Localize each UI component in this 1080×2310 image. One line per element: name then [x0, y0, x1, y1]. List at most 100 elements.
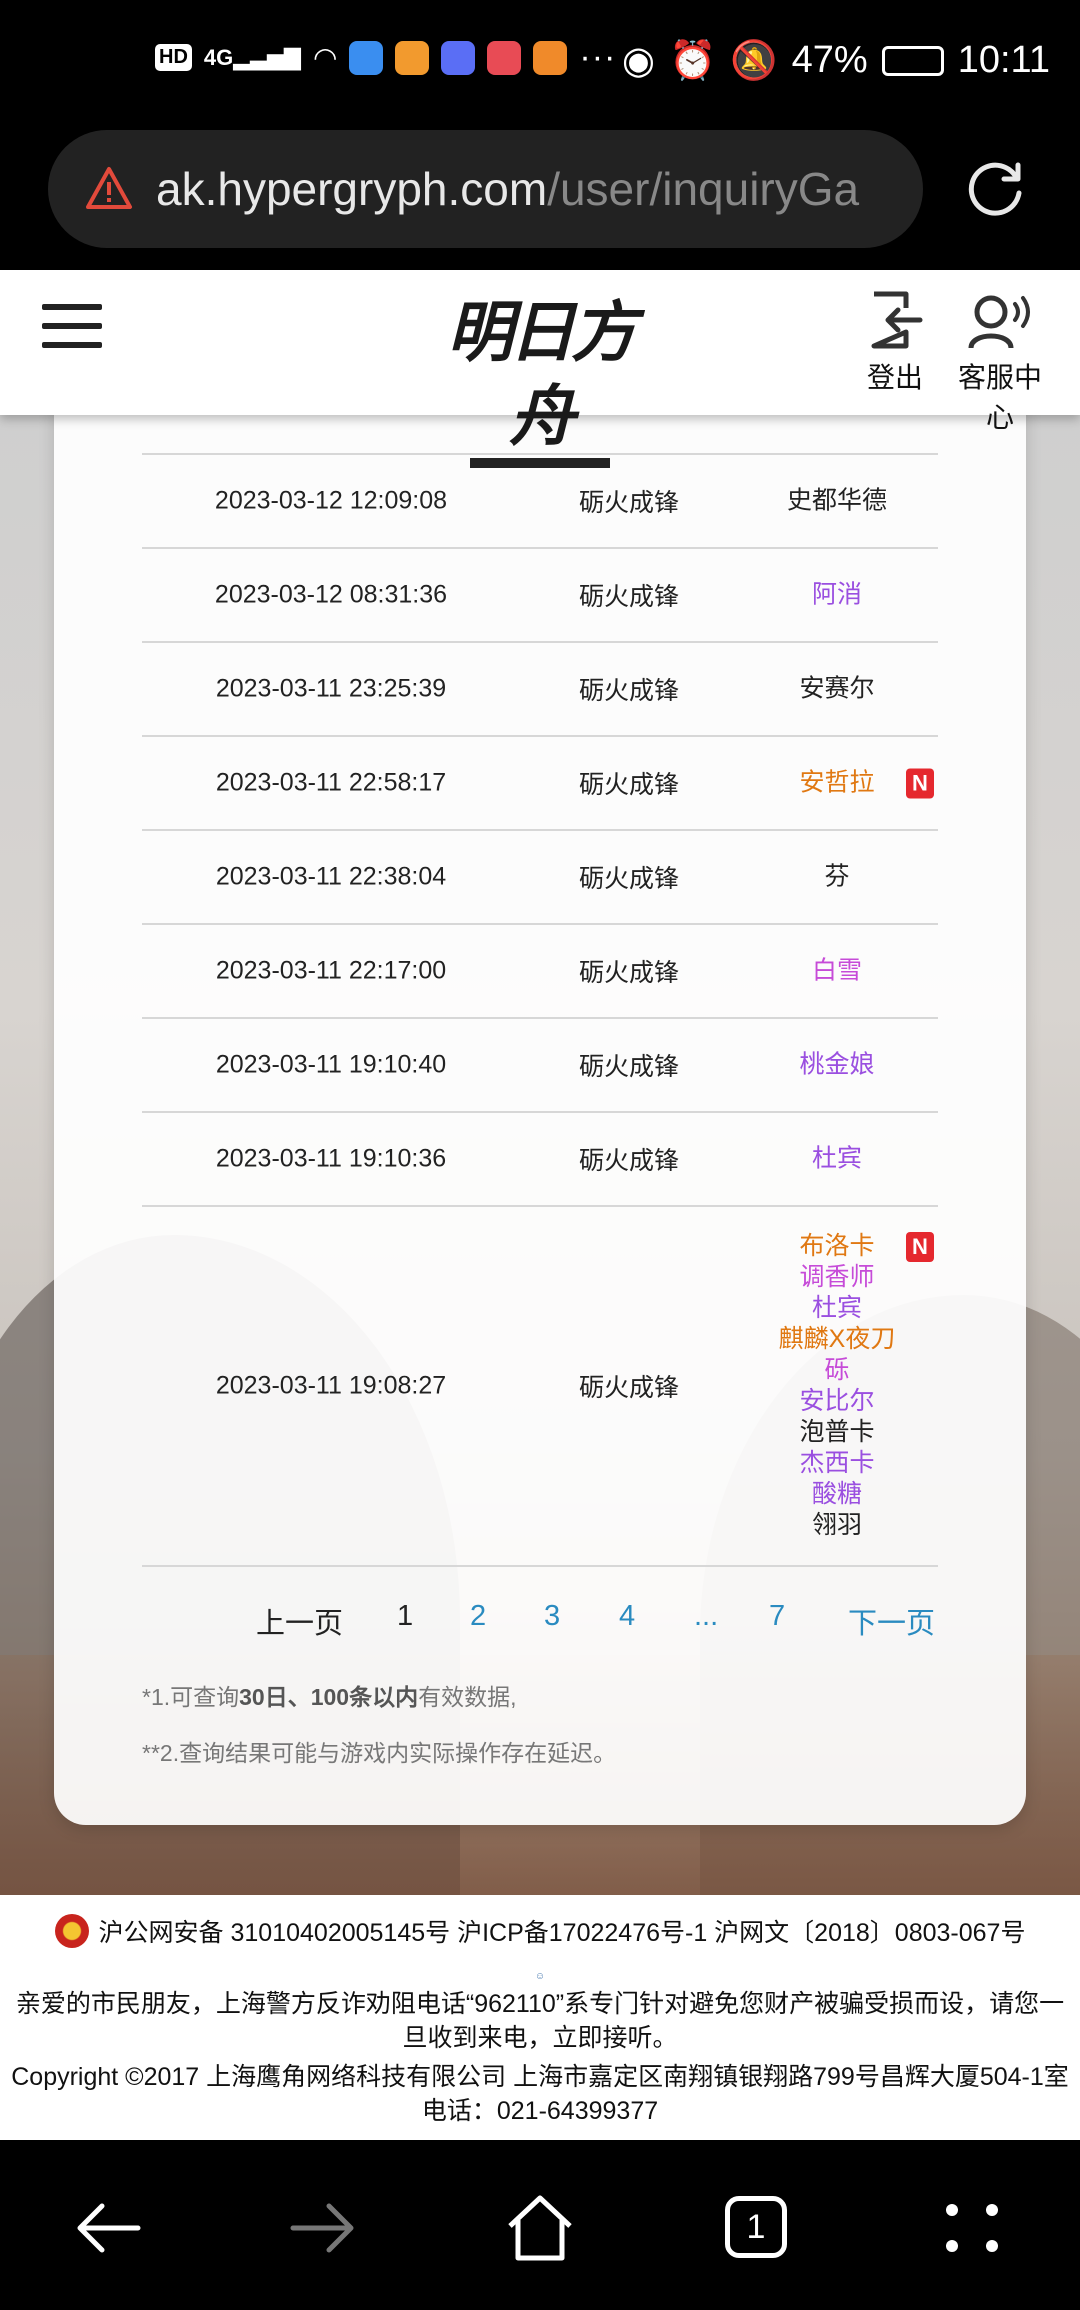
registration-info[interactable]: 沪公网安备 31010402005145号 沪ICP备17022476号-1 沪…	[99, 1913, 1026, 1949]
table-row: 2023-03-11 19:10:40 砺火成锋 桃金娘	[142, 1019, 938, 1113]
cloud-app-icon	[349, 40, 384, 75]
operator-name: 杜宾	[811, 1144, 862, 1173]
table-row: 2023-03-11 22:58:17 砺火成锋 安哲拉 N	[142, 737, 938, 831]
operator-entry: 布洛卡 N	[732, 1231, 942, 1262]
records-card: 2023-03-12 12:09:11砺火成锋桃金娘2023-03-12 12:…	[54, 358, 1026, 1825]
battery-icon	[881, 45, 944, 76]
operator-name: 桃金娘	[799, 1050, 875, 1079]
phone-text: 电话：021-64399377	[421, 2097, 659, 2125]
more-menu-icon[interactable]	[932, 2188, 1012, 2268]
operator-name: 酸糖	[811, 1480, 862, 1508]
pull-time: 2023-03-11 19:10:40	[215, 1050, 447, 1079]
operator-name: 翎羽	[811, 1511, 862, 1539]
operator-name: 布洛卡	[799, 1232, 875, 1260]
customer-service-label: 客服中心	[957, 362, 1042, 433]
records-table: 2023-03-12 12:09:11砺火成锋桃金娘2023-03-12 12:…	[142, 358, 938, 1567]
operator-entry: 史都华德	[732, 486, 942, 517]
video-app-icon	[533, 40, 568, 75]
pull-time: 2023-03-11 23:25:39	[215, 674, 447, 703]
pull-time: 2023-03-11 19:10:36	[215, 1144, 447, 1173]
customer-service-icon	[968, 295, 1030, 349]
operator-entry: 泡普卡	[732, 1417, 942, 1448]
status-bar: HD 4G▂▃▅▇ ◠ ··· ◉ ⏰ 🔕 47% 10:11	[0, 0, 1080, 125]
table-row: 2023-03-11 23:25:39 砺火成锋 安赛尔	[142, 643, 938, 737]
operator-entry: 调香师	[732, 1262, 942, 1293]
page-1-button[interactable]: 1	[397, 1600, 413, 1633]
new-badge: N	[906, 768, 934, 798]
pool-name: 砺火成锋	[578, 1147, 679, 1175]
arknights-logo[interactable]: 明日方舟	[425, 290, 655, 468]
url-path: /user/inquiryGa	[547, 163, 860, 215]
operator-entry: 杜宾	[732, 1144, 942, 1175]
cellular-signal-icon: 4G▂▃▅▇	[203, 44, 301, 70]
operator-name: 安哲拉	[799, 768, 875, 797]
operator-name: 杰西卡	[799, 1449, 875, 1477]
music-app-icon	[441, 40, 476, 75]
operator-name: 安比尔	[799, 1387, 875, 1415]
hamburger-menu-icon[interactable]	[42, 304, 102, 354]
address-bar[interactable]: ak.hypergryph.com/user/inquiryGa	[48, 130, 923, 248]
note-1-suffix: 有效数据,	[418, 1684, 517, 1710]
operator-name: 白雪	[811, 956, 862, 985]
pull-time: 2023-03-11 22:17:00	[215, 956, 447, 985]
table-row: 2023-03-12 12:09:08 砺火成锋 史都华德	[142, 455, 938, 549]
pool-name: 砺火成锋	[578, 583, 679, 611]
pull-time: 2023-03-11 22:38:04	[215, 862, 447, 891]
pull-time: 2023-03-11 22:58:17	[215, 768, 447, 797]
operators-cell: 白雪	[732, 956, 942, 987]
next-page-button[interactable]: 下一页	[848, 1600, 935, 1642]
operator-entry: 阿消	[732, 580, 942, 611]
pagination: 上一页 1 2 3 4 ... 7 下一页	[142, 1590, 938, 1650]
operator-name: 史都华德	[786, 486, 887, 515]
logout-icon	[871, 291, 923, 349]
note-1-bold: 30日、100条以内	[239, 1684, 419, 1710]
operator-name: 麒麟X夜刀	[778, 1325, 896, 1353]
customer-service-button[interactable]: 客服中心	[945, 290, 1055, 436]
page-7-button[interactable]: 7	[769, 1600, 785, 1633]
operators-cell: 芬	[732, 862, 942, 893]
operator-name: 阿消	[811, 580, 862, 609]
forward-arrow-icon[interactable]	[283, 2188, 363, 2268]
copyright-block: Copyright ©2017 上海鹰角网络科技有限公司 上海市嘉定区南翔镇银翔…	[0, 2060, 1080, 2128]
operators-cell: 安哲拉 N	[732, 768, 942, 799]
prev-page-button[interactable]: 上一页	[256, 1600, 343, 1642]
health-app-icon	[395, 40, 430, 75]
anti-fraud-notice: 亲爱的市民朋友，上海警方反诈劝阻电话“962110”系专门针对避免您财产被骗受损…	[15, 1990, 1065, 2052]
operator-entry: 安赛尔	[732, 674, 942, 705]
site-header: 明日方舟 登出 客服中心	[0, 270, 1080, 468]
home-icon[interactable]	[500, 2188, 580, 2268]
reader-app-icon	[487, 40, 522, 75]
insecure-warning-icon[interactable]	[84, 164, 134, 214]
url-text[interactable]: ak.hypergryph.com/user/inquiryGa	[156, 162, 859, 216]
operator-entry: 杰西卡	[732, 1448, 942, 1479]
table-row: 2023-03-12 08:31:36 砺火成锋 阿消	[142, 549, 938, 643]
pool-name: 砺火成锋	[578, 865, 679, 893]
reload-icon[interactable]	[962, 155, 1028, 221]
operators-cell: 桃金娘	[732, 1050, 942, 1081]
logout-button[interactable]: 登出	[862, 290, 928, 396]
operators-cell: 安赛尔	[732, 674, 942, 705]
table-row: 2023-03-11 19:08:27 砺火成锋 布洛卡 N 调香师 杜宾 麒麟X夜刀砾安比…	[142, 1207, 938, 1567]
pool-name: 砺火成锋	[578, 959, 679, 987]
table-row: 2023-03-11 22:17:00 砺火成锋 白雪	[142, 925, 938, 1019]
copyright-text: Copyright ©2017 上海鹰角网络科技有限公司 上海市嘉定区南翔镇银翔…	[11, 2063, 1069, 2091]
pool-name: 砺火成锋	[578, 1374, 679, 1402]
browser-toolbar: ak.hypergryph.com/user/inquiryGa	[0, 125, 1080, 270]
operator-entry: 桃金娘	[732, 1050, 942, 1081]
page-4-button[interactable]: 4	[619, 1600, 635, 1633]
table-row: 2023-03-11 22:38:04 砺火成锋 芬	[142, 831, 938, 925]
operator-entry: 麒麟X夜刀	[732, 1324, 942, 1355]
operator-name: 砾	[824, 1356, 850, 1384]
back-arrow-icon[interactable]	[68, 2188, 148, 2268]
pool-name: 砺火成锋	[578, 771, 679, 799]
tabs-count-icon[interactable]: 1	[725, 2196, 787, 2258]
operator-entry: 酸糖	[732, 1479, 942, 1510]
table-row: 2023-03-11 19:10:36 砺火成锋 杜宾	[142, 1113, 938, 1207]
pool-name: 砺火成锋	[578, 1053, 679, 1081]
operator-entry: 砾	[732, 1355, 942, 1386]
clock-time: 10:11	[957, 39, 1050, 81]
note-2: **2.查询结果可能与游戏内实际操作存在延迟。	[142, 1740, 617, 1766]
page-3-button[interactable]: 3	[544, 1600, 560, 1633]
note-1: *1.可查询30日、100条以内有效数据,	[142, 1678, 517, 1712]
page-2-button[interactable]: 2	[470, 1600, 486, 1633]
